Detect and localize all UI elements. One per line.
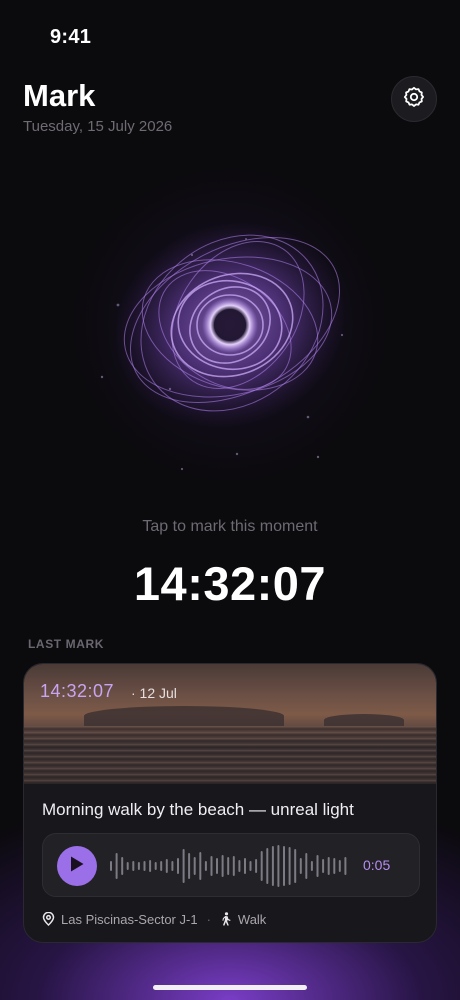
waveform-bar (177, 858, 179, 874)
mark-time: 14:32:07 (40, 681, 115, 701)
waveform-bar (227, 857, 230, 875)
waveform-bar (277, 845, 280, 887)
waveform-bar (316, 855, 319, 877)
mark-photo: 14:32:07 · 12 Jul (24, 664, 436, 784)
waveform-bar (110, 861, 112, 871)
mark-hint-text: Tap to mark this moment (142, 518, 318, 535)
waveform-bar (283, 846, 285, 886)
walking-person-icon (220, 912, 232, 926)
play-button[interactable] (57, 846, 97, 886)
mark-location: Las Piscinas-Sector J-1 (61, 911, 198, 927)
settings-button[interactable] (391, 76, 437, 122)
waveform-bar (305, 853, 308, 879)
waveform-bar (322, 859, 325, 873)
waveform-bar (338, 860, 341, 872)
waveform-bar (121, 857, 124, 875)
home-indicator (153, 985, 307, 990)
waveform-bar (115, 853, 118, 879)
waveform-bar (244, 858, 246, 874)
waveform-bar (126, 862, 129, 870)
waveform-bar (171, 861, 174, 871)
waveform-bar (310, 861, 313, 871)
waveform-bar (199, 852, 202, 880)
waveform-bar (232, 856, 235, 876)
location-pin-icon (42, 912, 55, 926)
waveform-bar (188, 853, 191, 879)
waveform-bar (333, 858, 336, 874)
waveform-bar (165, 859, 168, 873)
last-mark-section-label: LAST MARK (28, 637, 105, 651)
waveform-bar (221, 855, 224, 877)
waveform-bar (299, 858, 302, 874)
audio-waveform[interactable] (109, 844, 349, 888)
waveform-bar (344, 857, 347, 875)
page-title: Mark (23, 78, 96, 113)
last-mark-card[interactable]: 14:32:07 · 12 Jul Morning walk by the be… (23, 663, 437, 943)
orb-glow (70, 165, 390, 485)
waveform-bar (149, 860, 152, 872)
waveform-bar (132, 861, 135, 871)
waveform-bar (193, 857, 196, 875)
current-time-display: 14:32:07 (133, 557, 327, 610)
meta-separator: · (206, 911, 211, 927)
page-date: Tuesday, 15 July 2026 (23, 118, 173, 135)
waveform-bar (288, 847, 291, 885)
waveform-bar (255, 859, 258, 873)
gear-icon (402, 85, 426, 114)
waveform-bar (182, 849, 185, 883)
waveform-bar (216, 858, 218, 874)
audio-duration: 0:05 (363, 857, 391, 873)
mark-activity: Walk (237, 911, 267, 927)
play-icon (69, 855, 85, 878)
waveform-bar (137, 862, 140, 870)
waveform-bar (154, 862, 157, 870)
waveform-bar (210, 856, 213, 876)
waveform-bar (260, 851, 263, 881)
waveform-bar (327, 857, 330, 875)
mark-note: Morning walk by the beach — unreal light (42, 800, 354, 819)
waveform-bar (160, 861, 163, 871)
status-bar-time: 9:41 (50, 26, 92, 48)
waveform-bar (238, 860, 241, 872)
audio-player: 0:05 (42, 833, 420, 897)
waveform-bar (294, 849, 297, 883)
waveform-bar (143, 861, 146, 871)
waveform-bar (266, 848, 269, 884)
waveform-bar (204, 861, 207, 871)
mark-meta: Las Piscinas-Sector J-1 · Walk (42, 910, 266, 928)
mark-orb-button[interactable] (70, 165, 390, 485)
waveform-bar (249, 861, 252, 871)
waveform-bar (271, 846, 274, 886)
mark-date: · 12 Jul (131, 685, 177, 701)
